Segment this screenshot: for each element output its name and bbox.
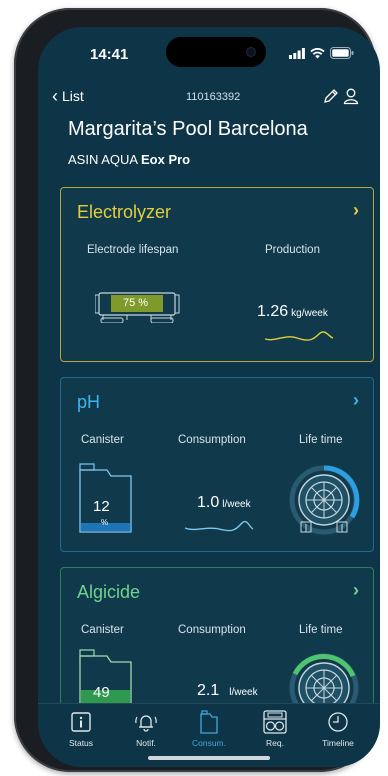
chevron-right-icon: › <box>353 390 359 410</box>
algicide-lifetime-label: Life time <box>299 624 343 636</box>
app-screen: 14:41 ‹ List 110163392 Margarita’s Pool … <box>38 27 380 767</box>
ph-consumption-trend-line <box>184 520 254 532</box>
algicide-canister-label: Canister <box>81 624 124 636</box>
serial-number: 110163392 <box>186 91 241 103</box>
algicide-consumption-unit: l/week <box>229 687 258 698</box>
tab-notifications[interactable]: Notif. <box>116 710 176 748</box>
ph-consumption-label: Consumption <box>178 434 246 446</box>
lifespan-value: 75 % <box>123 297 149 309</box>
electrode-cell-graphic: 75 % <box>95 287 181 323</box>
algicide-consumption-number: 2.1 <box>197 682 220 699</box>
ph-canister-value: 12 <box>93 498 110 515</box>
edit-icon[interactable] <box>322 87 340 105</box>
back-label: List <box>62 88 84 104</box>
device-icon <box>263 710 287 734</box>
signal-icon <box>289 47 305 59</box>
tab-consumption[interactable]: Consum. <box>179 710 239 748</box>
ph-lifetime-label: Life time <box>299 434 343 446</box>
tab-timeline-label: Timeline <box>322 738 354 748</box>
tab-requirements[interactable]: Req. <box>245 710 305 748</box>
production-number: 1.26 <box>257 303 289 320</box>
ph-consumption-value: 1.0 l/week <box>197 494 251 512</box>
algicide-title: Algicide <box>77 582 141 602</box>
electrolyzer-card[interactable]: Electrolyzer › Electrode lifespan Produc… <box>60 187 374 362</box>
wifi-icon <box>310 47 325 58</box>
nav-bar: ‹ List 110163392 <box>38 87 380 111</box>
bottom-tab-bar: Status Notif. Consum. Req. Timeline <box>38 703 380 767</box>
ph-canister-label: Canister <box>81 434 124 446</box>
algicide-consumption-label: Consumption <box>178 624 246 636</box>
dynamic-island <box>166 37 266 67</box>
pool-title: Margarita’s Pool Barcelona <box>68 118 308 140</box>
production-trend-line <box>264 331 334 341</box>
clock-time: 14:41 <box>90 46 129 63</box>
battery-icon <box>330 47 354 59</box>
tab-notifications-label: Notif. <box>136 738 156 748</box>
back-button[interactable]: ‹ List <box>52 87 84 105</box>
electrode-lifespan-label: Electrode lifespan <box>87 244 179 256</box>
production-value: 1.26 kg/week <box>257 303 328 321</box>
canister-icon <box>200 710 218 734</box>
algicide-canister-value: 49 <box>93 684 110 701</box>
ph-title: pH <box>77 392 101 412</box>
phone-frame: 14:41 ‹ List 110163392 Margarita’s Pool … <box>14 8 380 772</box>
user-icon[interactable] <box>342 87 360 105</box>
clock-icon <box>328 712 348 732</box>
tab-timeline[interactable]: Timeline <box>308 710 368 748</box>
chevron-right-icon: › <box>353 200 359 220</box>
tab-requirements-label: Req. <box>266 738 284 748</box>
production-label: Production <box>265 244 320 256</box>
ph-canister-unit: % <box>101 518 109 527</box>
device-brand: ASIN AQUA <box>68 152 138 167</box>
electrolyzer-title: Electrolyzer <box>77 202 172 222</box>
ph-consumption-unit: l/week <box>222 499 251 510</box>
home-indicator <box>148 756 270 760</box>
chevron-right-icon: › <box>353 580 359 600</box>
tab-status-label: Status <box>68 738 94 748</box>
info-icon <box>71 712 91 732</box>
device-model: ASIN AQUA Eox Pro <box>68 152 190 167</box>
tab-consumption-label: Consum. <box>191 738 226 748</box>
ph-canister-graphic: 12 % <box>77 462 135 534</box>
ph-card[interactable]: pH › Canister Consumption Life time 12 %… <box>60 377 374 552</box>
status-bar: 14:41 <box>38 27 380 77</box>
production-unit: kg/week <box>291 308 328 319</box>
algicide-consumption-value: 2.1 l/week <box>197 682 258 700</box>
system-icons <box>289 47 354 59</box>
device-model-name: Eox Pro <box>141 152 191 167</box>
chevron-left-icon: ‹ <box>52 86 58 106</box>
ph-consumption-number: 1.0 <box>197 494 220 511</box>
ph-pump-lifetime-gauge <box>289 465 360 535</box>
bell-icon <box>135 715 157 732</box>
tab-status[interactable]: Status <box>51 710 111 748</box>
